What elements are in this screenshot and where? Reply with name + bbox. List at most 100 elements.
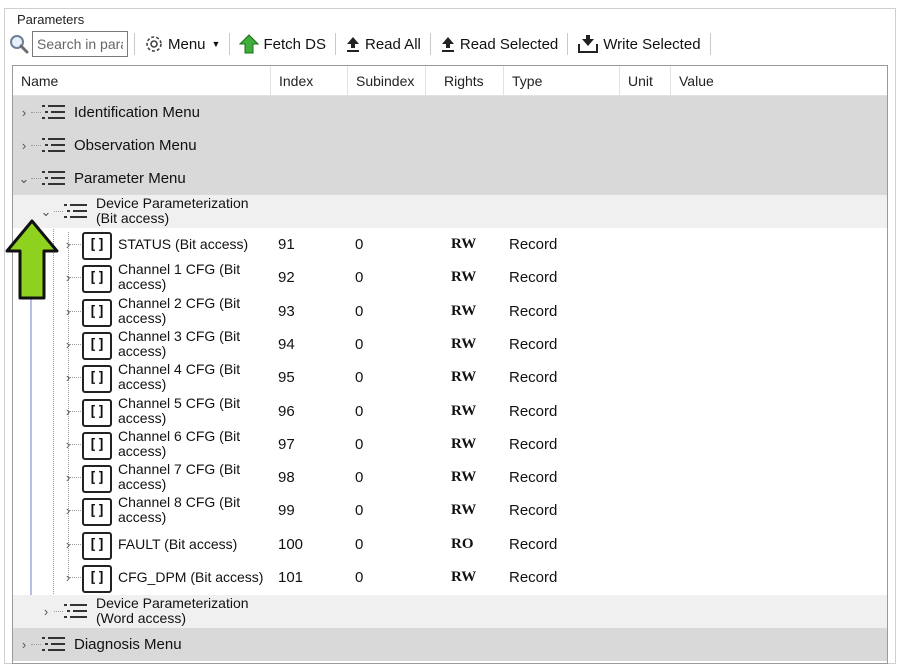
record-brackets-icon: [] <box>82 498 112 526</box>
upload-arrow-icon <box>346 37 359 52</box>
record-subindex: 0 <box>355 536 364 553</box>
chevron-right-icon[interactable]: › <box>17 96 31 129</box>
tree-row-label: Identification Menu <box>74 104 200 121</box>
chevron-right-icon[interactable]: › <box>17 129 31 162</box>
tree-row-diagnosis-menu[interactable]: › Diagnosis Menu <box>13 628 887 661</box>
record-name-line-1: Channel 6 CFG (Bit <box>118 428 241 444</box>
write-selected-label: Write Selected <box>603 35 701 53</box>
parameter-tree[interactable]: Name Index Subindex Rights Type Unit Val… <box>12 65 888 664</box>
record-name-line-2: access) <box>118 276 167 292</box>
chevron-right-icon[interactable]: › <box>17 628 31 661</box>
tree-row-record[interactable]: ›[] Channel 8 CFG (Bit access) 99 0 RW Record <box>13 494 887 527</box>
record-type: Record <box>509 269 558 286</box>
label-line-2: (Bit access) <box>96 210 170 226</box>
record-subindex: 0 <box>355 236 364 253</box>
record-name: CFG_DPM (Bit access) <box>118 569 264 585</box>
tree-row-record[interactable]: ›[] STATUS (Bit access) 91 0 RW Record <box>13 228 887 261</box>
record-name-line-1: Channel 4 CFG (Bit <box>118 361 241 377</box>
read-selected-label: Read Selected <box>459 35 559 53</box>
tree-row-record[interactable]: ›[] FAULT (Bit access) 100 0 RO Record <box>13 528 887 561</box>
record-brackets-icon: [] <box>82 565 112 593</box>
record-index: 94 <box>278 336 295 353</box>
column-header-index[interactable]: Index <box>271 66 348 96</box>
record-index: 95 <box>278 369 295 386</box>
record-name-line-1: Channel 8 CFG (Bit <box>118 494 241 510</box>
record-name-line-2: access) <box>118 509 167 525</box>
record-type: Record <box>509 502 558 519</box>
record-rights: RW <box>451 369 477 385</box>
chevron-right-icon[interactable]: › <box>39 595 53 628</box>
menu-button[interactable]: Menu ▼ <box>141 31 223 57</box>
record-rights: RW <box>451 469 477 485</box>
record-name-line-1: Channel 2 CFG (Bit <box>118 295 241 311</box>
tree-row-record[interactable]: ›[] Channel 1 CFG (Bit access) 92 0 RW Record <box>13 261 887 294</box>
record-name: Channel 1 CFG (Bit access) <box>118 262 240 295</box>
record-name-line-1: Channel 1 CFG (Bit <box>118 261 241 277</box>
column-header-rights[interactable]: Rights <box>426 66 504 96</box>
tree-row-record[interactable]: ›[] Channel 6 CFG (Bit access) 97 0 RW Record <box>13 428 887 461</box>
gear-icon <box>146 36 162 52</box>
column-header-unit[interactable]: Unit <box>620 66 671 96</box>
record-index: 97 <box>278 436 295 453</box>
record-brackets-icon: [] <box>82 299 112 327</box>
record-type: Record <box>509 569 558 586</box>
record-name: Channel 7 CFG (Bit access) <box>118 462 240 495</box>
tree-row-label: Device Parameterization (Word access) <box>96 596 249 629</box>
read-all-button[interactable]: Read All <box>342 31 424 57</box>
tree-row-parameter-menu[interactable]: ⌄ Parameter Menu <box>13 162 887 195</box>
toolbar-separator <box>429 33 431 55</box>
record-index: 92 <box>278 269 295 286</box>
record-name: FAULT (Bit access) <box>118 536 238 552</box>
record-name-line-2: access) <box>118 476 167 492</box>
column-header-name[interactable]: Name <box>13 66 271 96</box>
column-header-row: Name Index Subindex Rights Type Unit Val… <box>13 66 887 96</box>
record-subindex: 0 <box>355 436 364 453</box>
record-name: Channel 3 CFG (Bit access) <box>118 329 240 362</box>
record-name: Channel 4 CFG (Bit access) <box>118 362 240 395</box>
read-all-label: Read All <box>364 35 421 53</box>
record-index: 101 <box>278 569 304 586</box>
record-type: Record <box>509 369 558 386</box>
label-line-1: Device Parameterization <box>96 595 249 611</box>
tree-row-record[interactable]: ›[] Channel 2 CFG (Bit access) 93 0 RW Record <box>13 295 887 328</box>
column-header-type[interactable]: Type <box>504 66 620 96</box>
tree-row-device-parameterization-word[interactable]: › Device Parameterization (Word access) <box>13 595 887 628</box>
tree-row-device-parameterization-bit[interactable]: ⌄ Device Parameterization (Bit access) <box>13 195 887 228</box>
record-brackets-icon: [] <box>82 332 112 360</box>
fetch-ds-label: Fetch DS <box>263 35 326 53</box>
label-line-2: (Word access) <box>96 610 186 626</box>
upload-arrow-icon <box>441 37 454 52</box>
record-name-line-2: access) <box>118 376 167 392</box>
read-selected-button[interactable]: Read Selected <box>437 31 561 57</box>
record-name: Channel 5 CFG (Bit access) <box>118 396 240 429</box>
magnifier-icon <box>8 33 30 55</box>
record-brackets-icon: [] <box>82 265 112 293</box>
tree-row-record[interactable]: ›[] Channel 7 CFG (Bit access) 98 0 RW Record <box>13 461 887 494</box>
record-subindex: 0 <box>355 269 364 286</box>
toolbar: Menu ▼ Fetch DS Read All Read Selected W… <box>8 30 888 58</box>
search-input[interactable] <box>32 31 128 57</box>
column-header-subindex[interactable]: Subindex <box>348 66 426 96</box>
record-index: 98 <box>278 469 295 486</box>
fetch-ds-button[interactable]: Fetch DS <box>236 31 329 57</box>
toolbar-separator <box>334 33 336 55</box>
group-title: Parameters <box>14 13 88 27</box>
record-brackets-icon: [] <box>82 532 112 560</box>
tree-row-observation-menu[interactable]: › Observation Menu <box>13 129 887 162</box>
label-line-1: Device Parameterization <box>96 195 249 211</box>
tree-row-record[interactable]: ›[] Channel 3 CFG (Bit access) 94 0 RW Record <box>13 328 887 361</box>
tree-row-record[interactable]: ›[] CFG_DPM (Bit access) 101 0 RW Record <box>13 561 887 594</box>
list-icon <box>64 204 87 218</box>
write-selected-button[interactable]: Write Selected <box>574 31 703 57</box>
tree-row-record[interactable]: ›[] Channel 4 CFG (Bit access) 95 0 RW Record <box>13 361 887 394</box>
list-icon <box>42 105 65 119</box>
tree-row-record[interactable]: ›[] Channel 5 CFG (Bit access) 96 0 RW Record <box>13 395 887 428</box>
column-header-value[interactable]: Value <box>671 66 887 96</box>
record-name-line-2: access) <box>118 310 167 326</box>
chevron-down-icon[interactable]: ⌄ <box>17 162 31 195</box>
record-type: Record <box>509 469 558 486</box>
tree-row-label: Observation Menu <box>74 137 197 154</box>
tree-row-identification-menu[interactable]: › Identification Menu <box>13 96 887 129</box>
record-index: 96 <box>278 403 295 420</box>
tree-row-label: Parameter Menu <box>74 170 186 187</box>
